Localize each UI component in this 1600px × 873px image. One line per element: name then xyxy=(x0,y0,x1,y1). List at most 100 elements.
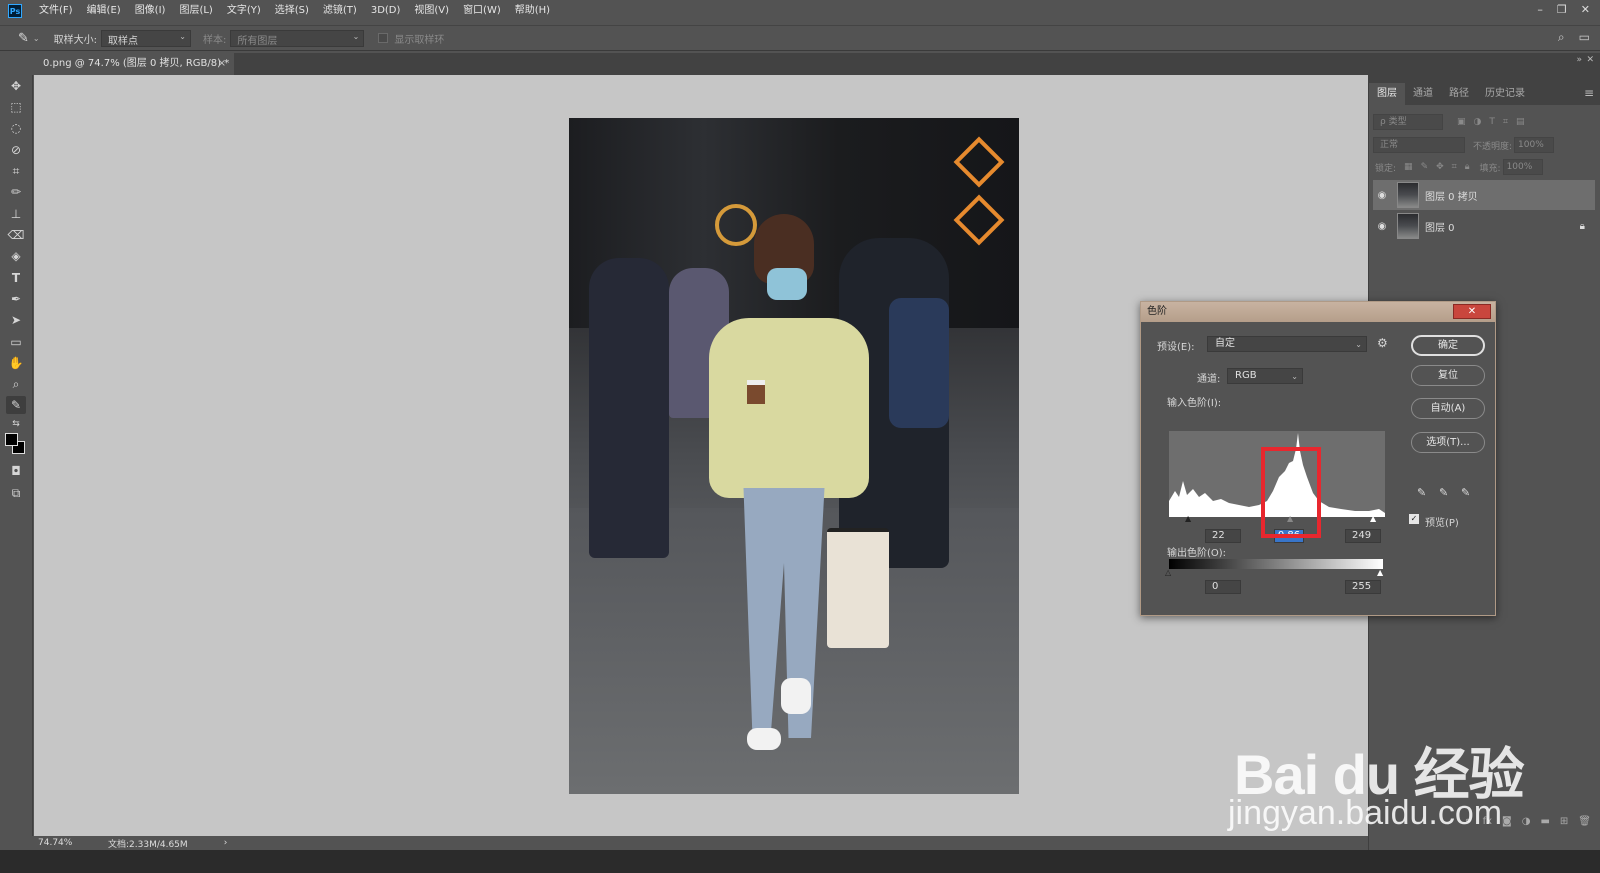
fill-field[interactable]: 100% xyxy=(1502,159,1543,175)
lock-all-icon[interactable]: 🔒︎ xyxy=(1465,162,1470,172)
menu-help[interactable]: 帮助(H) xyxy=(508,0,557,22)
swap-colors-icon[interactable]: ⇆ xyxy=(6,415,26,433)
tab-history[interactable]: 历史记录 xyxy=(1477,83,1533,105)
reset-button[interactable]: 复位 xyxy=(1411,365,1485,386)
blend-mode-select[interactable]: 正常 xyxy=(1373,137,1465,153)
menu-view[interactable]: 视图(V) xyxy=(407,0,456,22)
menu-image[interactable]: 图像(I) xyxy=(128,0,173,22)
input-black-field[interactable]: 22 xyxy=(1205,529,1241,543)
white-output-slider[interactable]: ▲ xyxy=(1377,568,1383,577)
options-button[interactable]: 选项(T)... xyxy=(1411,432,1485,453)
zoom-tool-icon[interactable]: ⌕ xyxy=(6,375,26,393)
workspace-icon[interactable]: ▭ xyxy=(1579,30,1590,45)
quick-mask-icon[interactable]: ◘ xyxy=(6,462,26,480)
path-select-tool-icon[interactable]: ➤ xyxy=(6,311,26,329)
lock-transparent-icon[interactable]: ▦ xyxy=(1404,162,1413,172)
minimize-button[interactable]: – xyxy=(1537,0,1543,20)
channel-select[interactable]: RGB ⌄ xyxy=(1227,368,1303,384)
input-white-field[interactable]: 249 xyxy=(1345,529,1381,543)
menu-type[interactable]: 文字(Y) xyxy=(220,0,268,22)
lock-artboard-icon[interactable]: ⌗ xyxy=(1452,162,1457,172)
pen-tool-icon[interactable]: ✒ xyxy=(6,290,26,308)
eyedropper-tool-icon[interactable]: ✎ xyxy=(18,31,29,46)
filter-type-icon[interactable]: T xyxy=(1489,117,1495,127)
status-menu-arrow-icon[interactable]: › xyxy=(224,838,228,848)
photo-backpack xyxy=(889,298,949,428)
visibility-eye-icon[interactable]: ◉ xyxy=(1373,221,1391,232)
preset-select[interactable]: 自定 ⌄ xyxy=(1207,336,1367,352)
eyedropper-tool-icon[interactable]: ✎ xyxy=(6,396,26,414)
lock-position-icon[interactable]: ✥ xyxy=(1436,162,1444,172)
preview-checkbox[interactable]: ✓ xyxy=(1409,514,1419,524)
type-tool-icon[interactable]: T xyxy=(6,269,26,287)
stamp-tool-icon[interactable]: ⊥ xyxy=(6,205,26,223)
menu-layer[interactable]: 图层(L) xyxy=(172,0,219,22)
lock-image-icon[interactable]: ✎ xyxy=(1421,162,1429,172)
black-output-slider[interactable]: △ xyxy=(1165,568,1171,577)
panel-menu-icon[interactable]: ≡ xyxy=(1584,86,1594,100)
screen-mode-icon[interactable]: ⧉ xyxy=(6,484,26,502)
close-window-button[interactable]: ✕ xyxy=(1581,0,1590,20)
zoom-level[interactable]: 74.74% xyxy=(38,838,98,848)
shape-tool-icon[interactable]: ▭ xyxy=(6,333,26,351)
opacity-field[interactable]: 100% xyxy=(1514,137,1555,153)
collapse-panels-icon[interactable]: » xyxy=(1576,55,1582,65)
sample-size-select[interactable]: 取样点 ⌄ xyxy=(100,29,191,47)
delete-layer-icon[interactable]: 🗑︎ xyxy=(1578,816,1591,832)
marquee-tool-icon[interactable]: ⬚ xyxy=(6,98,26,116)
photo-face-mask xyxy=(767,268,807,300)
new-layer-icon[interactable]: ⊞ xyxy=(1560,816,1568,832)
white-input-slider[interactable]: ▲ xyxy=(1370,514,1376,523)
lasso-tool-icon[interactable]: ◌ xyxy=(6,119,26,137)
filter-pixel-icon[interactable]: ▣ xyxy=(1457,117,1466,127)
preset-value: 自定 xyxy=(1215,338,1235,349)
show-sampling-ring-checkbox[interactable] xyxy=(378,33,389,43)
dialog-title-bar[interactable]: 色阶 ✕ xyxy=(1141,302,1495,322)
preset-options-gear-icon[interactable]: ⚙ xyxy=(1377,336,1388,350)
restore-button[interactable]: ❐ xyxy=(1557,0,1567,20)
hand-tool-icon[interactable]: ✋ xyxy=(6,354,26,372)
filter-shape-icon[interactable]: ⌗ xyxy=(1503,117,1508,127)
crop-tool-icon[interactable]: ⌗ xyxy=(6,162,26,180)
black-eyedropper-icon[interactable]: ✎ xyxy=(1417,486,1426,499)
document-image[interactable] xyxy=(569,118,1019,794)
layer-row[interactable]: ◉ 图层 0 🔒︎ xyxy=(1373,211,1595,241)
visibility-eye-icon[interactable]: ◉ xyxy=(1373,190,1391,201)
foreground-color-swatch[interactable] xyxy=(5,433,18,446)
layer-filter-select[interactable]: ρ 类型 xyxy=(1373,114,1443,130)
search-icon[interactable]: ⌕ xyxy=(1558,30,1565,45)
menu-filter[interactable]: 滤镜(T) xyxy=(316,0,364,22)
move-tool-icon[interactable]: ✥ xyxy=(6,77,26,95)
document-tab[interactable]: 0.png @ 74.7% (图层 0 拷贝, RGB/8) * × xyxy=(34,53,234,75)
tab-channels[interactable]: 通道 xyxy=(1405,83,1441,105)
paint-bucket-tool-icon[interactable]: ◈ xyxy=(6,247,26,265)
sample-select[interactable]: 所有图层 ⌄ xyxy=(230,29,365,47)
menu-3d[interactable]: 3D(D) xyxy=(364,0,408,22)
tab-paths[interactable]: 路径 xyxy=(1441,83,1477,105)
brush-tool-icon[interactable]: ✏ xyxy=(6,183,26,201)
lock-row: 锁定: ▦ ✎ ✥ ⌗ 🔒︎ 填充: 100% xyxy=(1373,158,1597,176)
new-group-icon[interactable]: ▬ xyxy=(1540,816,1549,832)
filter-adjust-icon[interactable]: ◑ xyxy=(1474,117,1482,127)
menu-file[interactable]: 文件(F) xyxy=(32,0,80,22)
menu-edit[interactable]: 编辑(E) xyxy=(80,0,128,22)
ok-button[interactable]: 确定 xyxy=(1411,335,1485,356)
output-black-field[interactable]: 0 xyxy=(1205,580,1241,594)
layer-row[interactable]: ◉ 图层 0 拷贝 xyxy=(1373,180,1595,210)
auto-button[interactable]: 自动(A) xyxy=(1411,398,1485,419)
menu-select[interactable]: 选择(S) xyxy=(268,0,316,22)
close-tab-icon[interactable]: × xyxy=(218,53,226,75)
menu-window[interactable]: 窗口(W) xyxy=(456,0,508,22)
output-white-field[interactable]: 255 xyxy=(1345,580,1381,594)
eraser-tool-icon[interactable]: ⌫ xyxy=(6,226,26,244)
close-panels-icon[interactable]: ✕ xyxy=(1586,55,1594,65)
lock-icon: 🔒︎ xyxy=(1579,220,1585,232)
tab-layers[interactable]: 图层 xyxy=(1369,83,1405,105)
tool-preset-chevron-icon[interactable]: ⌄ xyxy=(33,34,40,43)
gray-eyedropper-icon[interactable]: ✎ xyxy=(1439,486,1448,499)
white-eyedropper-icon[interactable]: ✎ xyxy=(1461,486,1470,499)
dialog-close-button[interactable]: ✕ xyxy=(1453,304,1491,319)
filter-smart-icon[interactable]: ▤ xyxy=(1516,117,1525,127)
quick-select-tool-icon[interactable]: ⊘ xyxy=(6,141,26,159)
black-input-slider[interactable]: ▲ xyxy=(1185,514,1191,523)
